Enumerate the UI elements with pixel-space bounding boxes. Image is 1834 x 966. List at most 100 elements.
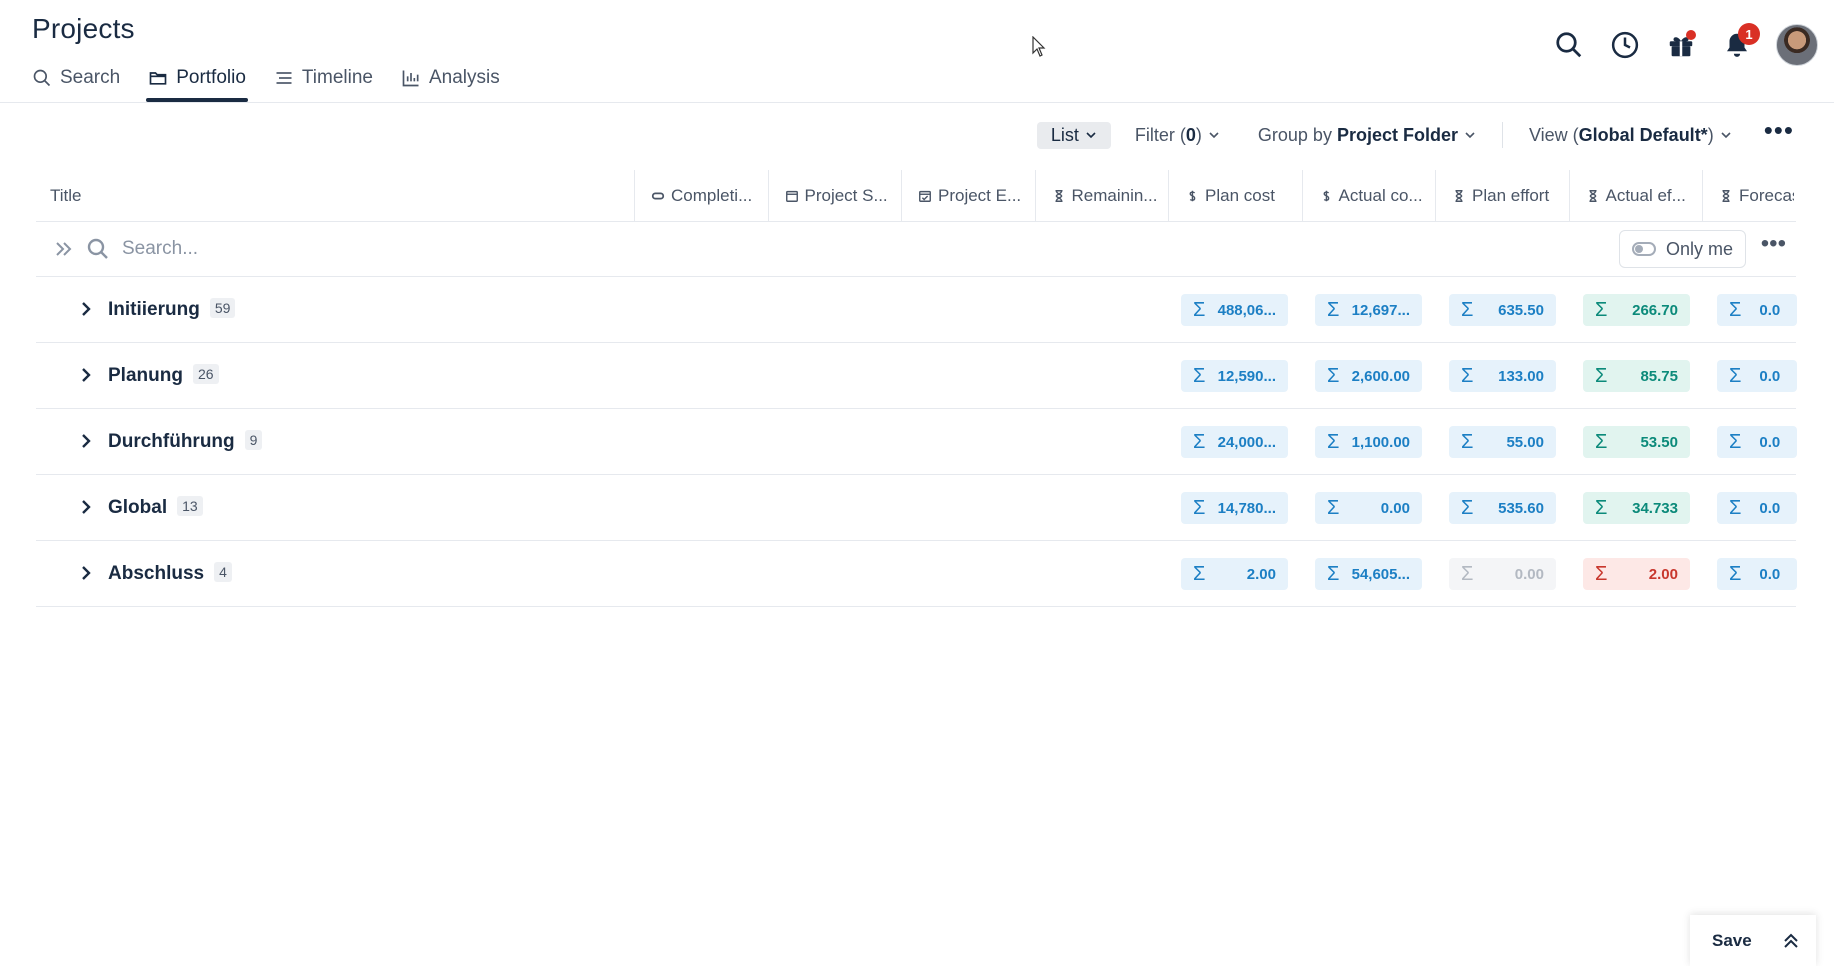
group-by-button[interactable]: Group by Project Folder <box>1244 122 1490 149</box>
plan-cost-cell[interactable]: Σ 2.00 <box>1181 558 1288 590</box>
plan-effort-cell[interactable]: Σ 55.00 <box>1449 426 1556 458</box>
dollar-icon <box>1189 190 1196 201</box>
forecast-cell[interactable]: Σ 0.0 <box>1717 294 1797 326</box>
chevron-right-icon[interactable] <box>76 431 96 451</box>
sum-value: 0.0 <box>1759 499 1781 517</box>
column-header-completion[interactable]: Completi... <box>634 169 768 222</box>
column-header-forecast[interactable]: Forecas <box>1702 169 1794 222</box>
new-indicator-dot <box>1686 30 1696 40</box>
actual-effort-cell[interactable]: Σ 85.75 <box>1583 360 1690 392</box>
page-title: Projects <box>32 13 135 44</box>
timeline-icon <box>276 71 292 84</box>
sum-icon: Σ <box>1595 299 1608 321</box>
table-row[interactable]: Abschluss 4 Σ 2.00 Σ 54,605... Σ 0.00 Σ 2.00 Σ 0.0 <box>36 541 1797 607</box>
hourglass-icon <box>1589 189 1596 202</box>
filter-button[interactable]: Filter (0) <box>1121 122 1234 149</box>
group-title[interactable]: Planung 26 <box>108 364 219 387</box>
global-search-button[interactable] <box>1552 28 1586 62</box>
table-row[interactable]: Global 13 Σ 14,780... Σ 0.00 Σ 535.60 Σ 34.733 Σ 0.… <box>36 475 1797 541</box>
group-title[interactable]: Abschluss 4 <box>108 562 232 585</box>
sum-value: 85.75 <box>1640 367 1678 385</box>
chevron-down-icon <box>1086 132 1096 139</box>
view-label: View (Global Default*) <box>1528 124 1714 145</box>
tab-analysis[interactable]: Analysis <box>399 62 502 93</box>
group-by-label: Group by Project Folder <box>1257 124 1458 145</box>
table-row[interactable]: Durchführung 9 Σ 24,000... Σ 1,100.00 Σ 55.00 Σ 5… <box>36 409 1797 475</box>
group-title[interactable]: Initiierung 59 <box>108 298 236 321</box>
table-row[interactable]: Initiierung 59 Σ 488,06... Σ 12,697... Σ 635.50… <box>36 277 1797 343</box>
actual-effort-cell[interactable]: Σ 2.00 <box>1583 558 1690 590</box>
sum-value: 133.00 <box>1498 367 1544 385</box>
whats-new-button[interactable] <box>1664 28 1698 62</box>
list-view-button[interactable]: List <box>1036 121 1111 149</box>
column-header-actual-cost[interactable]: Actual co... <box>1301 169 1436 222</box>
tab-timeline[interactable]: Timeline <box>272 62 375 93</box>
double-chevron-up-icon[interactable] <box>1782 932 1800 950</box>
plan-effort-cell[interactable]: Σ 635.50 <box>1449 294 1556 326</box>
actual-cost-cell[interactable]: Σ 0.00 <box>1315 492 1422 524</box>
plan-cost-cell[interactable]: Σ 24,000... <box>1181 426 1288 458</box>
tab-portfolio[interactable]: Portfolio <box>146 62 248 102</box>
column-header-actual-effort[interactable]: Actual ef... <box>1568 169 1703 222</box>
sum-icon: Σ <box>1461 563 1474 585</box>
save-button[interactable]: Save <box>1690 915 1816 966</box>
actual-cost-cell[interactable]: Σ 2,600.00 <box>1315 360 1422 392</box>
toolbar-more-button[interactable]: ••• <box>1756 117 1802 143</box>
plan-effort-cell[interactable]: Σ 133.00 <box>1449 360 1556 392</box>
user-avatar[interactable] <box>1776 24 1818 66</box>
group-title[interactable]: Durchführung 9 <box>108 430 263 453</box>
toolbar-divider <box>1501 122 1503 148</box>
actual-effort-cell[interactable]: Σ 53.50 <box>1583 426 1690 458</box>
table-search-input[interactable] <box>122 234 1022 264</box>
group-name-label: Planung <box>108 365 183 386</box>
column-header-remaining[interactable]: Remainin... <box>1034 169 1169 222</box>
group-title[interactable]: Global 13 <box>108 496 203 519</box>
column-header-plan-effort[interactable]: Plan effort <box>1435 169 1569 222</box>
chevron-down-icon <box>1209 132 1219 139</box>
actual-cost-cell[interactable]: Σ 1,100.00 <box>1315 426 1422 458</box>
plan-cost-cell[interactable]: Σ 14,780... <box>1181 492 1288 524</box>
actual-effort-cell[interactable]: Σ 34.733 <box>1583 492 1690 524</box>
sum-icon: Σ <box>1729 431 1742 453</box>
actual-cost-cell[interactable]: Σ 54,605... <box>1315 558 1422 590</box>
chevron-right-icon[interactable] <box>76 563 96 583</box>
chevron-right-icon[interactable] <box>76 365 96 385</box>
chevron-right-icon[interactable] <box>76 497 96 517</box>
expand-all-icon[interactable] <box>52 238 74 260</box>
plan-effort-cell[interactable]: Σ 0.00 <box>1449 558 1556 590</box>
dollar-icon <box>1323 190 1329 201</box>
tab-search[interactable]: Search <box>30 62 122 93</box>
notifications-button[interactable]: 1 <box>1720 23 1760 62</box>
plan-cost-cell[interactable]: Σ 12,590... <box>1181 360 1288 392</box>
column-header-title[interactable]: Title <box>36 170 634 222</box>
portfolio-table: Title Completi... Project S... Project E… <box>36 169 1797 607</box>
sum-icon: Σ <box>1595 365 1608 387</box>
forecast-cell[interactable]: Σ 0.0 <box>1717 492 1797 524</box>
column-header-project-end[interactable]: Project E... <box>901 169 1035 222</box>
search-row-more-button[interactable]: ••• <box>1761 232 1786 256</box>
actual-cost-cell[interactable]: Σ 12,697... <box>1315 294 1422 326</box>
table-row[interactable]: Planung 26 Σ 12,590... Σ 2,600.00 Σ 133.00 Σ 85.7… <box>36 343 1797 409</box>
view-selector-button[interactable]: View (Global Default*) <box>1515 122 1746 149</box>
actual-effort-cell[interactable]: Σ 266.70 <box>1583 294 1690 326</box>
only-me-toggle[interactable]: Only me <box>1618 230 1746 268</box>
forecast-cell[interactable]: Σ 0.0 <box>1717 558 1797 590</box>
sum-value: 2,600.00 <box>1351 367 1410 385</box>
toggle-switch[interactable] <box>1631 242 1656 256</box>
column-header-plan-cost[interactable]: Plan cost <box>1168 169 1302 222</box>
sum-value: 266.70 <box>1632 301 1678 319</box>
tab-label: Portfolio <box>176 66 246 88</box>
group-rows: Initiierung 59 Σ 488,06... Σ 12,697... Σ 635.50… <box>36 277 1797 607</box>
forecast-cell[interactable]: Σ 0.0 <box>1717 360 1797 392</box>
sum-icon: Σ <box>1729 365 1742 387</box>
sum-icon: Σ <box>1193 497 1206 519</box>
sum-icon: Σ <box>1461 497 1474 519</box>
column-header-project-start[interactable]: Project S... <box>767 169 902 222</box>
hourglass-icon <box>1055 189 1062 202</box>
plan-cost-cell[interactable]: Σ 488,06... <box>1181 294 1288 326</box>
app-header: Projects Search Portfolio Timeline Analy… <box>0 0 1834 103</box>
plan-effort-cell[interactable]: Σ 535.60 <box>1449 492 1556 524</box>
chevron-right-icon[interactable] <box>76 299 96 319</box>
forecast-cell[interactable]: Σ 0.0 <box>1717 426 1797 458</box>
history-button[interactable] <box>1608 28 1642 62</box>
